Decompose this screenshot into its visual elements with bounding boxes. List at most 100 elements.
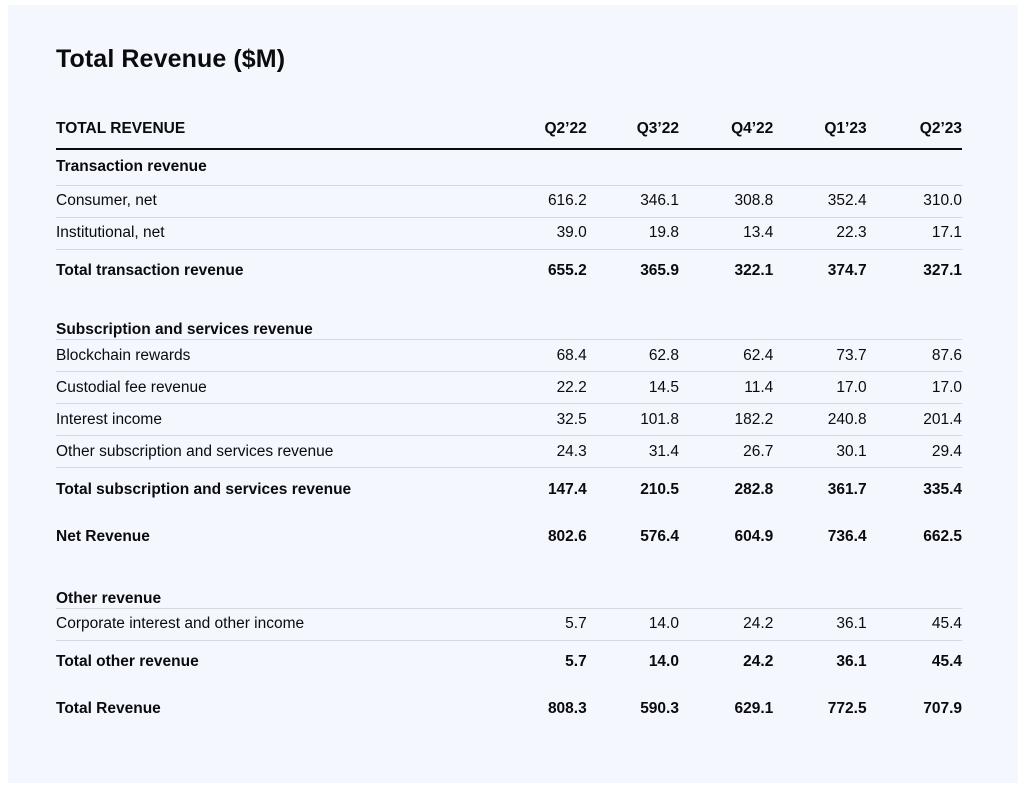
- cell-value: 201.4: [866, 403, 962, 436]
- cell-value: 87.6: [866, 339, 962, 372]
- cell-value: 772.5: [827, 700, 867, 717]
- row-label: Interest income: [56, 403, 508, 436]
- cell-value: 62.4: [678, 339, 774, 372]
- column-header: Q1’23: [773, 109, 867, 150]
- section-heading: Transaction revenue: [56, 149, 962, 186]
- row-label: Total other revenue: [56, 653, 199, 671]
- cell-value: 736.4: [827, 527, 867, 545]
- cell-value: 308.8: [678, 185, 774, 218]
- cell-value: 73.7: [773, 339, 867, 372]
- cell-value: 182.2: [678, 403, 774, 436]
- cell-value: 45.4: [866, 608, 962, 641]
- row-label: Total subscription and services revenue: [56, 480, 352, 498]
- cell-value: 590.3: [640, 700, 679, 717]
- table-panel: Total Revenue ($M) TOTAL REVENUE Q2’22 Q…: [8, 5, 1018, 783]
- table-row: Interest income 32.5 101.8 182.2 240.8 2…: [56, 403, 962, 436]
- row-label: Other subscription and services revenue: [56, 435, 508, 468]
- cell-value: 26.7: [678, 435, 774, 468]
- cell-value: 707.9: [923, 700, 962, 717]
- cell-value: 68.4: [507, 339, 587, 372]
- cell-value: 655.2: [547, 262, 587, 280]
- cell-value: 346.1: [586, 185, 679, 218]
- section-heading-row: Transaction revenue: [56, 149, 962, 186]
- row-label: Net Revenue: [56, 527, 150, 545]
- cell-value: 808.3: [547, 700, 587, 717]
- section-heading-row: Other revenue: [56, 561, 962, 609]
- cell-value: 36.1: [836, 653, 867, 671]
- cell-value: 365.9: [640, 262, 679, 280]
- cell-value: 11.4: [678, 371, 774, 404]
- row-label: Blockchain rewards: [56, 339, 508, 372]
- cell-value: 374.7: [827, 262, 867, 280]
- column-header: Q4’22: [678, 109, 774, 150]
- cell-value: 36.1: [773, 608, 867, 641]
- table-row: Institutional, net 39.0 19.8 13.4 22.3 1…: [56, 217, 962, 250]
- cell-value: 616.2: [507, 185, 587, 218]
- cell-value: 24.3: [507, 435, 587, 468]
- cell-value: 576.4: [640, 527, 679, 545]
- cell-value: 24.2: [678, 608, 774, 641]
- cell-value: 352.4: [773, 185, 867, 218]
- table-row: Corporate interest and other income 5.7 …: [56, 608, 962, 641]
- cell-value: 62.8: [586, 339, 679, 372]
- cell-value: 17.1: [866, 217, 962, 250]
- cell-value: 282.8: [734, 480, 774, 498]
- row-label: Total Revenue: [56, 700, 161, 717]
- row-label: Institutional, net: [56, 217, 508, 250]
- cell-value: 101.8: [586, 403, 679, 436]
- cell-value: 45.4: [931, 653, 962, 671]
- cell-value: 13.4: [678, 217, 774, 250]
- cell-value: 240.8: [773, 403, 867, 436]
- row-label: Custodial fee revenue: [56, 371, 508, 404]
- cell-value: 5.7: [507, 608, 587, 641]
- cell-value: 310.0: [866, 185, 962, 218]
- cell-value: 32.5: [507, 403, 587, 436]
- revenue-table: TOTAL REVENUE Q2’22 Q3’22 Q4’22 Q1’23 Q2…: [56, 109, 962, 734]
- column-header: Q3’22: [586, 109, 679, 150]
- cell-value: 662.5: [923, 527, 962, 545]
- cell-value: 629.1: [734, 700, 774, 717]
- cell-value: 39.0: [507, 217, 587, 250]
- section-heading: Subscription and services revenue: [56, 293, 962, 340]
- cell-value: 17.0: [773, 371, 867, 404]
- row-label: Consumer, net: [56, 185, 508, 218]
- table-row: Custodial fee revenue 22.2 14.5 11.4 17.…: [56, 371, 962, 404]
- cell-value: 361.7: [827, 480, 867, 498]
- cell-value: 14.0: [586, 608, 679, 641]
- header-row: TOTAL REVENUE Q2’22 Q3’22 Q4’22 Q1’23 Q2…: [56, 109, 962, 150]
- row-label: Total transaction revenue: [56, 262, 244, 280]
- table-row: Consumer, net 616.2 346.1 308.8 352.4 31…: [56, 185, 962, 218]
- net-revenue-row: Net Revenue 802.6 576.4 604.9 736.4 662.…: [56, 512, 962, 562]
- column-header: Q2’22: [507, 109, 587, 150]
- row-label: Corporate interest and other income: [56, 608, 508, 641]
- subtotal-row: Total transaction revenue 655.2 365.9 32…: [56, 249, 962, 293]
- cell-value: 5.7: [565, 653, 587, 671]
- table-row: Other subscription and services revenue …: [56, 435, 962, 468]
- cell-value: 147.4: [547, 480, 587, 498]
- cell-value: 802.6: [547, 527, 587, 545]
- cell-value: 17.0: [866, 371, 962, 404]
- subtotal-row: Total other revenue 5.7 14.0 24.2 36.1 4…: [56, 640, 962, 684]
- total-revenue-row: Total Revenue 808.3 590.3 629.1 772.5 70…: [56, 684, 962, 734]
- cell-value: 30.1: [773, 435, 867, 468]
- cell-value: 322.1: [734, 262, 774, 280]
- cell-value: 14.5: [586, 371, 679, 404]
- cell-value: 22.2: [507, 371, 587, 404]
- cell-value: 24.2: [743, 653, 774, 671]
- table-row: Blockchain rewards 68.4 62.8 62.4 73.7 8…: [56, 339, 962, 372]
- cell-value: 14.0: [648, 653, 679, 671]
- cell-value: 604.9: [734, 527, 774, 545]
- cell-value: 29.4: [866, 435, 962, 468]
- header-label: TOTAL REVENUE: [56, 109, 508, 150]
- subtotal-row: Total subscription and services revenue …: [56, 468, 962, 512]
- cell-value: 210.5: [640, 480, 679, 498]
- section-heading-row: Subscription and services revenue: [56, 293, 962, 340]
- page-title: Total Revenue ($M): [56, 45, 286, 73]
- cell-value: 327.1: [923, 262, 962, 280]
- section-heading: Other revenue: [56, 561, 962, 609]
- column-header: Q2’23: [866, 109, 962, 150]
- cell-value: 22.3: [773, 217, 867, 250]
- cell-value: 31.4: [586, 435, 679, 468]
- cell-value: 19.8: [586, 217, 679, 250]
- cell-value: 335.4: [923, 480, 962, 498]
